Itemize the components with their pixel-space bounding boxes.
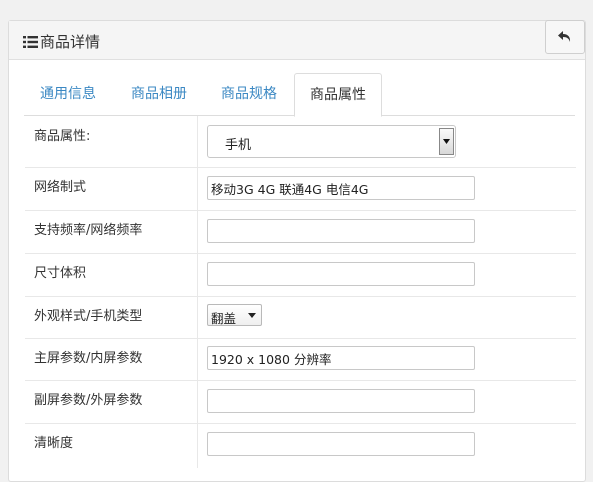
form-row-sub-screen: 副屏参数/外屏参数 (25, 380, 576, 424)
page-title-text: 商品详情 (40, 33, 101, 51)
network-input[interactable] (207, 176, 475, 200)
size-input[interactable] (207, 262, 475, 286)
label-frequency: 支持频率/网络频率 (25, 210, 198, 253)
clarity-input[interactable] (207, 432, 475, 456)
style-value: 翻盖 (211, 311, 237, 326)
form-row-frequency: 支持频率/网络频率 (25, 210, 576, 254)
frequency-input[interactable] (207, 219, 475, 243)
tab-product-attributes[interactable]: 商品属性 (294, 73, 382, 117)
tab-bar: 通用信息 商品相册 商品规格 商品属性 (24, 73, 575, 117)
label-attribute-type: 商品属性: (25, 116, 198, 167)
form-row-clarity: 清晰度 (25, 423, 576, 468)
form-row-size: 尺寸体积 (25, 253, 576, 297)
attribute-type-value: 手机 (225, 138, 252, 153)
caret-down-icon (248, 313, 256, 318)
list-icon (23, 35, 38, 48)
page-title: 商品详情 (23, 31, 100, 52)
label-style: 外观样式/手机类型 (25, 296, 198, 338)
tab-product-album[interactable]: 商品相册 (114, 73, 204, 114)
tab-product-spec[interactable]: 商品规格 (204, 73, 294, 114)
form-row-style: 外观样式/手机类型 翻盖 (25, 296, 576, 339)
form-row-attribute-type: 商品属性: 手机 (25, 116, 576, 168)
back-button[interactable] (545, 20, 585, 54)
product-detail-panel: 商品详情 通用信息 商品相册 商品规格 商品属性 商品属性: 手机 网络制式 移… (8, 20, 586, 482)
label-main-screen: 主屏参数/内屏参数 (25, 338, 198, 380)
sub-screen-input[interactable] (207, 389, 475, 413)
form-row-main-screen: 主屏参数/内屏参数 (25, 338, 576, 381)
panel-heading: 商品详情 (9, 20, 585, 60)
attribute-type-select[interactable]: 手机 (207, 125, 456, 158)
main-screen-input[interactable] (207, 346, 475, 370)
label-clarity: 清晰度 (25, 423, 198, 468)
label-network: 网络制式 (25, 167, 198, 210)
form-row-network: 网络制式 (25, 167, 576, 211)
undo-arrow-icon (558, 31, 571, 42)
label-sub-screen: 副屏参数/外屏参数 (25, 380, 198, 423)
tab-general-info[interactable]: 通用信息 (25, 73, 111, 114)
label-size: 尺寸体积 (25, 253, 198, 296)
style-select[interactable]: 翻盖 (207, 304, 262, 326)
dropdown-arrow-icon (439, 128, 454, 155)
